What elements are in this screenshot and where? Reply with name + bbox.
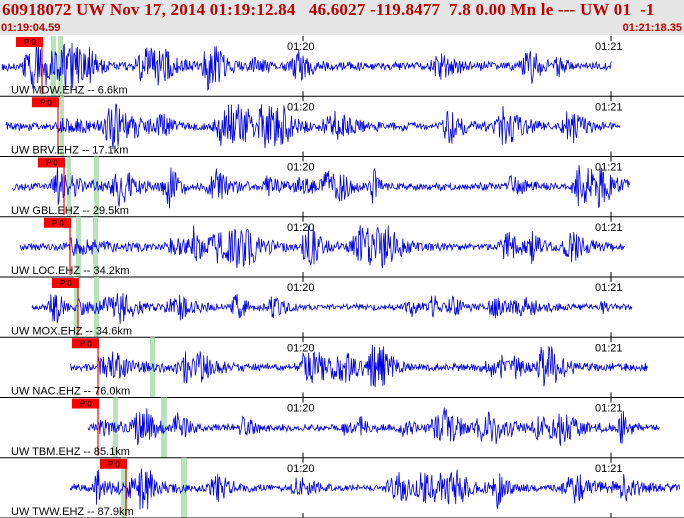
minute-label: 01:21 <box>595 101 623 113</box>
minute-label: 01:20 <box>287 342 315 354</box>
pick-label: P 0 <box>80 400 92 409</box>
station-label: UW TBM.EHZ -- 85.1km <box>11 446 130 458</box>
end-time-label: 01:21:18.35 <box>622 22 682 34</box>
minute-label: 01:20 <box>287 403 315 415</box>
minute-label: 01:21 <box>595 222 623 234</box>
waveform <box>11 165 630 209</box>
minute-label: 01:20 <box>287 101 315 113</box>
station-label: UW TWW.EHZ -- 87.9km <box>11 506 134 518</box>
trace-panel: 01:20 01:21 P 0 UW TBM.EHZ -- 85.1km <box>0 397 684 459</box>
arrival-band <box>150 337 155 398</box>
pick-label: P 0 <box>108 460 120 469</box>
pick-label: P 0 <box>46 159 58 168</box>
pick-label: P 0 <box>24 38 36 47</box>
pick-label: P 0 <box>52 219 64 228</box>
minute-label: 01:21 <box>595 41 623 53</box>
station-label: UW GBL.EHZ -- 29.5km <box>11 205 129 217</box>
minute-label: 01:20 <box>287 463 315 475</box>
minute-label: 01:21 <box>595 282 623 294</box>
record-header: 60918072 UW Nov 17, 2014 01:19:12.84 46.… <box>0 0 684 35</box>
trace-panel: 01:20 01:21 P 0 UW MDW.EHZ -- 6.6km <box>0 36 684 97</box>
event-title: 60918072 UW Nov 17, 2014 01:19:12.84 46.… <box>2 0 655 19</box>
minute-label: 01:20 <box>287 282 315 294</box>
waveform <box>69 344 648 388</box>
seismogram-panel: 01:20 01:21 P 0 UW MDW.EHZ -- 6.6km 01:20 01:… <box>0 36 684 518</box>
trace-panel: 01:20 01:21 P 0 UW NAC.EHZ -- 76.0km <box>0 337 684 398</box>
minute-label: 01:21 <box>595 463 623 475</box>
minute-label: 01:20 <box>287 162 315 174</box>
waveform <box>19 225 625 269</box>
trace-panel: 01:20 01:21 P 0 UW BRV.EHZ -- 17.1km <box>0 96 684 157</box>
minute-label: 01:21 <box>595 403 623 415</box>
station-label: UW BRV.EHZ -- 17.1km <box>11 145 128 157</box>
pick-label: P 0 <box>60 279 72 288</box>
waveform <box>87 407 661 446</box>
minute-label: 01:20 <box>287 41 315 53</box>
start-time-label: 01:19:04.59 <box>1 22 61 34</box>
station-label: UW MOX.EHZ -- 34.6km <box>11 325 132 337</box>
minute-label: 01:21 <box>595 342 623 354</box>
station-label: UW NAC.EHZ -- 76.0km <box>11 386 130 398</box>
trace-panel: 01:20 01:21 P 0 UW TWW.EHZ -- 87.9km <box>0 457 684 518</box>
trace-panel: 01:20 01:21 P 0 UW GBL.EHZ -- 29.5km <box>0 156 684 218</box>
waveform <box>31 293 633 324</box>
waveform <box>69 468 681 510</box>
trace-panel: 01:20 01:21 P 0 UW MOX.EHZ -- 34.6km <box>0 277 684 338</box>
minute-label: 01:21 <box>595 162 623 174</box>
trace-panel: 01:20 01:21 P 0 UW LOC.EHZ -- 34.2km <box>0 216 684 278</box>
station-label: UW MDW.EHZ -- 6.6km <box>11 84 128 96</box>
minute-label: 01:20 <box>287 222 315 234</box>
station-label: UW LOC.EHZ -- 34.2km <box>11 265 130 277</box>
pick-label: P 0 <box>80 339 92 348</box>
pick-label: P 0 <box>40 98 52 107</box>
seismogram-svg: 01:20 01:21P 0UW MDW.EHZ -- 6.6km01:20 01:… <box>0 36 684 518</box>
